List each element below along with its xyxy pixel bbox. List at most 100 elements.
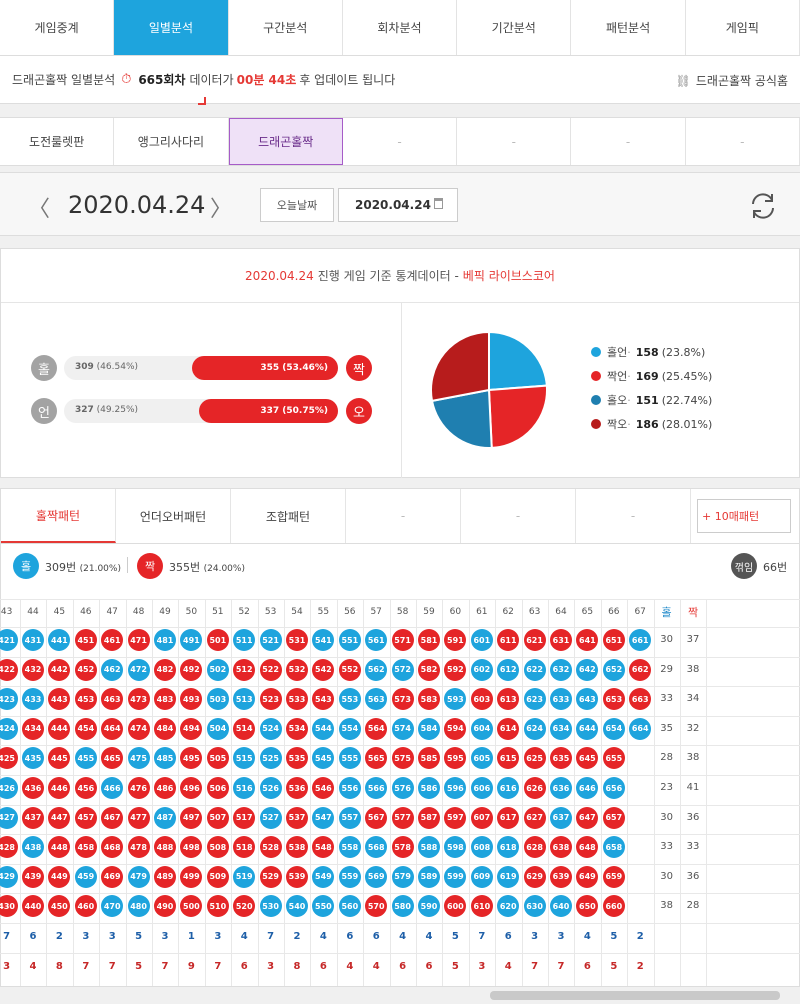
legend-item-3: 짝오 · 186 (28.01%) [591,416,712,432]
pattern-ball: 509 [206,865,229,888]
pattern-ball: 429 [0,865,18,888]
pattern-ball: 463 [101,688,124,711]
pattern-ball: 444 [48,717,71,740]
scrollbar-thumb[interactable] [490,991,780,1000]
pattern-ball: 517 [233,806,256,829]
ten-pattern-button[interactable]: + 10매패턴 [697,499,791,533]
notice-prefix: 드래곤홀짝 일별분석 [12,73,116,87]
official-home-link[interactable]: ⛓ 드래곤홀짝 공식홈 [676,72,788,89]
pattern-ball: 611 [497,629,520,651]
col-even-total-3: 7 [82,961,90,972]
subnav-tab-1[interactable]: 앵그리사다리 [114,118,229,165]
pattern-ball: 455 [74,747,97,770]
legend-value-1: 169 [635,369,659,383]
nav-tab-3[interactable]: 회차분석 [343,0,458,55]
pattern-tab-1[interactable]: 언더오버패턴 [116,489,231,543]
pattern-ball: 513 [233,688,256,711]
subnav-tab-2[interactable]: 드래곤홀짝 [228,118,343,165]
pattern-ball: 453 [74,688,97,711]
col-odd-total-9: 4 [240,931,248,942]
left-value-text-0: 309 (46.54%) [75,362,138,372]
summary-divider [127,557,128,573]
legend-value-2: 151 [635,393,659,407]
pattern-ball: 475 [127,747,150,770]
date-bar: 〈 2020.04.24 〉 오늘날짜 2020.04.24 [0,172,800,236]
row-odd-count-9: 38 [660,900,673,912]
grid-hline [0,627,800,628]
col-even-total-16: 6 [425,961,433,972]
odd-summary-pct: (21.00%) [79,564,121,574]
pattern-ball: 549 [312,865,335,888]
col-odd-total-23: 5 [610,931,618,942]
pattern-ball: 659 [602,865,625,888]
notice-suffix: 후 업데이트 됩니다 [299,73,396,87]
date-picker-input[interactable]: 2020.04.24 [338,188,458,222]
pattern-ball: 656 [602,777,625,799]
pattern-ball: 616 [497,777,520,799]
nav-tab-0[interactable]: 게임중계 [0,0,115,55]
nav-tab-1[interactable]: 일별분석 [114,0,229,55]
pattern-ball: 635 [550,747,572,770]
pattern-ball: 546 [312,777,335,799]
prev-date-chevron-icon[interactable]: 〈 [28,191,50,223]
col-even-total-22: 6 [583,961,591,972]
nav-tab-5[interactable]: 패턴분석 [571,0,686,55]
nav-tab-6[interactable]: 게임픽 [686,0,800,55]
pattern-ball: 539 [286,865,308,888]
pattern-ball: 521 [259,629,282,651]
pattern-ball: 593 [444,688,467,711]
pattern-ball: 535 [286,747,308,770]
pattern-ball: 441 [48,629,71,651]
col-odd-total-1: 6 [29,931,37,942]
pattern-ball: 641 [576,629,599,651]
pattern-tab-4: - [461,489,576,543]
pattern-ball: 506 [206,777,229,799]
grid-hline [0,863,800,865]
pattern-ball: 578 [391,836,414,859]
row-even-count-2: 34 [686,693,700,705]
stats-divider [401,303,402,478]
legend-label-3: 짝오 [607,418,628,431]
row-odd-count-4: 28 [660,752,673,764]
pattern-ball: 553 [338,688,361,711]
legend-label-0: 홀언 [607,346,628,359]
subnav-tab-0[interactable]: 도전룰렛판 [0,118,115,165]
daily-stats-panel: 2020.04.24 진행 게임 기준 통계데이터 - 베픽 라이브스코어 홀 3… [0,248,800,478]
pattern-ball: 623 [523,688,546,711]
today-button[interactable]: 오늘날짜 [260,188,334,222]
refresh-icon[interactable] [748,191,778,221]
left-label-badge-0: 홀 [31,355,57,381]
pattern-ball: 613 [497,688,520,711]
col-odd-total-5: 5 [135,931,143,942]
horizontal-scrollbar[interactable] [0,986,800,1004]
pattern-ball: 576 [391,777,414,799]
pattern-ball: 488 [154,836,176,859]
col-odd-total-15: 4 [399,931,407,942]
pattern-ball: 555 [338,747,361,770]
col-header-5: 48 [132,607,145,617]
pattern-tab-2[interactable]: 조합패턴 [231,489,346,543]
next-date-chevron-icon[interactable]: 〉 [210,191,232,223]
pattern-ball: 575 [391,747,414,770]
pattern-ball: 445 [48,747,71,770]
legend-sep-2: · [627,393,631,407]
pattern-ball: 536 [286,777,308,799]
pattern-ball: 524 [259,717,282,740]
nav-tab-2[interactable]: 구간분석 [229,0,343,55]
pattern-ball: 609 [470,865,493,888]
pattern-ball: 496 [180,777,203,799]
col-odd-total-6: 3 [161,931,169,942]
pattern-ball: 652 [602,658,625,681]
pattern-ball: 631 [550,629,572,651]
pattern-summary: 홀 309번 (21.00%) 짝 355번 (24.00%) 꺾임 66번 [1,545,799,587]
pattern-tab-0[interactable]: 홀짝패턴 [1,489,116,543]
row-odd-count-8: 30 [660,870,673,882]
calendar-icon[interactable] [434,198,443,209]
pattern-ball: 460 [74,895,97,918]
nav-tab-4[interactable]: 기간분석 [457,0,572,55]
pattern-ball: 484 [154,717,176,740]
pattern-ball: 523 [259,688,282,711]
row-odd-count-0: 30 [660,634,673,645]
col-header-23: 66 [608,607,620,617]
pattern-ball: 482 [154,658,176,681]
